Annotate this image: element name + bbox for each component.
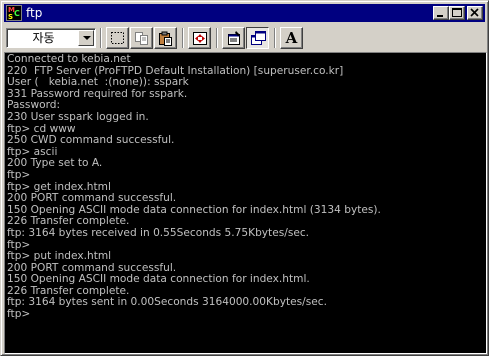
terminal-line: ftp> put index.html	[7, 250, 112, 263]
full-screen-icon	[193, 31, 207, 45]
terminal-line: 200 Type set to A.	[7, 157, 103, 170]
close-button[interactable]	[467, 6, 483, 20]
ftp-console-window: MSC ftp 자동 A Connected to kebia.net 220 …	[0, 0, 489, 356]
terminal-line: ftp: 3164 bytes sent in 0.00Seconds 3164…	[7, 296, 327, 309]
background-window-icon	[251, 30, 266, 45]
toolbar-separator	[100, 27, 102, 48]
background-toggle-button[interactable]	[246, 26, 269, 49]
maximize-icon	[452, 8, 462, 17]
full-screen-button[interactable]	[188, 26, 211, 49]
font-encoding-value: 자동	[32, 31, 55, 45]
terminal-line: 230 User sspark logged in.	[7, 110, 149, 123]
font-button[interactable]: A	[280, 26, 303, 49]
minimize-icon	[437, 15, 443, 17]
ms-dos-app-icon[interactable]: MSC	[6, 5, 22, 21]
terminal-line: 250 CWD command successful.	[7, 134, 175, 147]
terminal-line: ftp>	[7, 168, 31, 181]
toolbar-separator	[182, 27, 184, 48]
copy-icon	[135, 31, 148, 45]
chevron-down-icon[interactable]	[78, 29, 94, 46]
toolbar: 자동 A	[4, 25, 485, 50]
properties-button[interactable]	[222, 26, 245, 49]
copy-button[interactable]	[130, 26, 153, 49]
terminal-lines: Connected to kebia.net 220 FTP Server (Pr…	[7, 53, 381, 321]
maximize-button[interactable]	[449, 6, 465, 20]
paste-icon	[159, 31, 172, 46]
terminal-line: 200 PORT command successful.	[7, 192, 177, 205]
toolbar-separator	[216, 27, 218, 48]
terminal-line: ftp: 3164 bytes received in 0.55Seconds …	[7, 226, 310, 239]
title-bar[interactable]: MSC ftp	[4, 4, 485, 22]
terminal-line: Connected to kebia.net	[7, 53, 131, 65]
terminal-line: ftp>	[7, 308, 31, 321]
mark-button[interactable]	[106, 26, 129, 49]
terminal-line: 331 Password required for sspark.	[7, 87, 188, 100]
window-controls	[433, 6, 483, 20]
minimize-button[interactable]	[433, 6, 449, 20]
paste-button[interactable]	[154, 26, 177, 49]
properties-icon	[228, 30, 240, 45]
window-title: ftp	[26, 6, 43, 20]
close-icon	[470, 8, 479, 17]
toolbar-separator	[274, 27, 276, 48]
font-encoding-select[interactable]: 자동	[6, 27, 96, 48]
font-icon: A	[285, 28, 298, 47]
terminal-output[interactable]: Connected to kebia.net 220 FTP Server (Pr…	[4, 52, 487, 354]
mark-icon	[111, 31, 124, 44]
